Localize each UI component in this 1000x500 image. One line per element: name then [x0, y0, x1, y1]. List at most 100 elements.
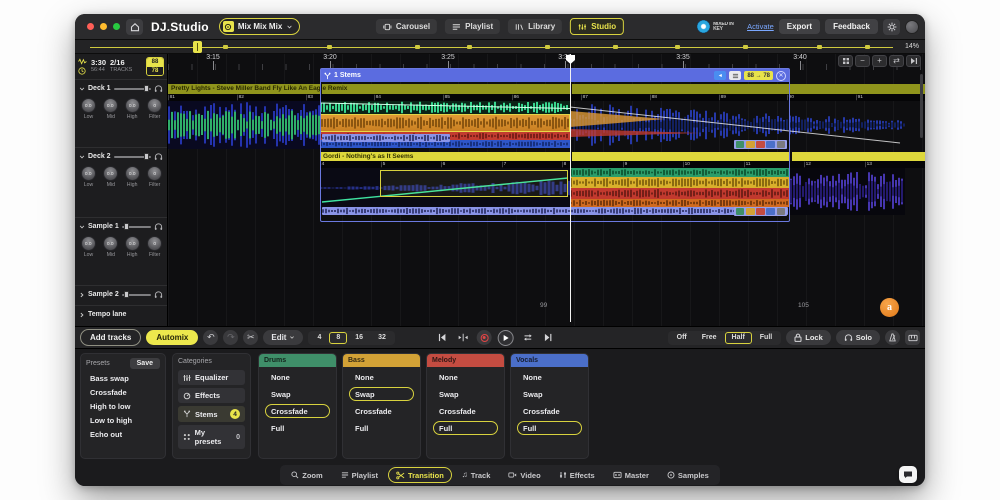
- stem-option[interactable]: Crossfade: [349, 404, 414, 418]
- track1-stem-toggles[interactable]: [734, 140, 787, 149]
- beat-option[interactable]: 32: [371, 332, 393, 344]
- skip-start-button[interactable]: [435, 330, 450, 345]
- drums-stem-icon[interactable]: [736, 208, 745, 215]
- tab-transition[interactable]: Transition: [388, 467, 452, 483]
- drums-stem-icon[interactable]: [736, 141, 745, 148]
- mix-mode-option[interactable]: Free: [695, 332, 724, 344]
- tab-samples[interactable]: Samples: [659, 467, 717, 483]
- mix-mode-option[interactable]: Off: [670, 332, 694, 344]
- track1-waveform[interactable]: [168, 101, 905, 149]
- minimize-window-button[interactable]: [100, 23, 107, 30]
- settings-button[interactable]: [883, 19, 900, 35]
- stem-option[interactable]: Swap: [265, 387, 330, 401]
- category-my-presets[interactable]: My presets 0: [178, 425, 245, 449]
- time-ruler[interactable]: 3:15 3:20 3:25 3:30 3:35 3:40: [168, 54, 925, 70]
- keyboard-button[interactable]: [905, 330, 920, 345]
- deck-volume-slider[interactable]: [114, 85, 151, 93]
- stem-settings-icon[interactable]: [777, 141, 786, 148]
- expand-chevron-icon[interactable]: [79, 312, 85, 318]
- bass-stem-icon[interactable]: [746, 141, 755, 148]
- locate-playhead-button[interactable]: [456, 330, 471, 345]
- deck-volume-slider[interactable]: [122, 223, 151, 231]
- zoom-in-button[interactable]: +: [872, 55, 887, 67]
- filter-knob[interactable]: 0: [147, 236, 162, 251]
- stem-option[interactable]: None: [349, 370, 414, 384]
- nav-library[interactable]: Library: [508, 19, 562, 34]
- category-equalizer[interactable]: Equalizer: [178, 370, 245, 385]
- maximize-window-button[interactable]: [113, 23, 120, 30]
- headphones-icon[interactable]: [154, 290, 163, 299]
- stem-option[interactable]: Crossfade: [517, 404, 582, 418]
- melody-stem-icon[interactable]: [756, 208, 765, 215]
- beat-option[interactable]: 16: [348, 332, 370, 344]
- back-button[interactable]: ◂: [714, 71, 726, 80]
- close-window-button[interactable]: [87, 23, 94, 30]
- stem-option[interactable]: None: [517, 370, 582, 384]
- collapse-chevron-icon[interactable]: [79, 224, 85, 230]
- zoom-out-button[interactable]: −: [855, 55, 870, 67]
- stem-option[interactable]: Crossfade: [433, 404, 498, 418]
- user-avatar[interactable]: [905, 20, 919, 34]
- expand-chevron-icon[interactable]: [79, 292, 85, 298]
- bpm-transition-chip[interactable]: 88 → 78: [744, 71, 773, 80]
- vocal-stem-strip[interactable]: [322, 207, 788, 215]
- tab-video[interactable]: Video: [500, 467, 548, 483]
- bass-stem-icon[interactable]: [746, 208, 755, 215]
- nav-carousel[interactable]: Carousel: [376, 19, 437, 34]
- lock-button[interactable]: Lock: [786, 330, 831, 345]
- category-effects[interactable]: Effects: [178, 388, 245, 403]
- vocals-stem-icon[interactable]: [766, 141, 775, 148]
- preset-item[interactable]: Low to high: [81, 413, 165, 427]
- track2-stem-toggles[interactable]: [734, 207, 787, 216]
- tab-master[interactable]: Master: [605, 467, 657, 483]
- bpm-indicator[interactable]: 88 78: [146, 57, 164, 76]
- eq-knob[interactable]: 0.0: [103, 236, 118, 251]
- deck-volume-slider[interactable]: [114, 153, 151, 161]
- mix-selector-dropdown[interactable]: Mix Mix Mix: [219, 18, 300, 35]
- metronome-button[interactable]: [885, 330, 900, 345]
- playhead[interactable]: [570, 54, 571, 322]
- stem-option[interactable]: Full: [433, 421, 498, 435]
- tab-effects[interactable]: Effects: [551, 467, 603, 483]
- record-button[interactable]: [477, 330, 492, 345]
- vocal-stem-strip[interactable]: [322, 134, 450, 142]
- stem-settings-icon[interactable]: [777, 208, 786, 215]
- headphones-icon[interactable]: [154, 222, 163, 231]
- stem-option[interactable]: None: [433, 370, 498, 384]
- minimap-view-handle[interactable]: [193, 41, 202, 53]
- beat-option[interactable]: 4: [310, 332, 328, 344]
- eq-knob[interactable]: 0.0: [103, 98, 118, 113]
- eq-knob[interactable]: 0.0: [125, 236, 140, 251]
- filter-knob[interactable]: 0: [147, 166, 162, 181]
- export-button[interactable]: Export: [779, 19, 820, 34]
- track1-title-bar[interactable]: Pretty Lights - Steve Miller Band Fly Li…: [168, 84, 925, 94]
- feedback-button[interactable]: Feedback: [825, 19, 878, 34]
- undo-button[interactable]: ↶: [203, 330, 218, 345]
- preset-item[interactable]: High to low: [81, 399, 165, 413]
- eq-knob[interactable]: 0.0: [125, 166, 140, 181]
- home-button[interactable]: [126, 19, 143, 35]
- preset-item[interactable]: Bass swap: [81, 371, 165, 385]
- eq-knob[interactable]: 0.0: [103, 166, 118, 181]
- redo-button[interactable]: ↷: [223, 330, 238, 345]
- stems-overlay-header[interactable]: 1 Stems ◂ 88 → 78 ✕: [321, 69, 789, 82]
- eq-knob[interactable]: 0.0: [81, 236, 96, 251]
- save-preset-button[interactable]: Save: [130, 358, 160, 369]
- eq-knob[interactable]: 0.0: [125, 98, 140, 113]
- activate-link[interactable]: Activate: [747, 22, 774, 31]
- transition-selection-box[interactable]: [380, 170, 568, 197]
- headphones-icon[interactable]: [154, 84, 163, 93]
- track2-title-bar[interactable]: Gordi - Nothing's as It Seems: [320, 152, 925, 161]
- mix-mode-option[interactable]: Half: [725, 332, 752, 344]
- eq-knob[interactable]: 0.0: [81, 98, 96, 113]
- preset-item[interactable]: Crossfade: [81, 385, 165, 399]
- timeline-minimap[interactable]: 14%: [75, 40, 925, 54]
- vocals-stem-icon[interactable]: [766, 208, 775, 215]
- collapse-chevron-icon[interactable]: [79, 86, 85, 92]
- nav-playlist[interactable]: Playlist: [445, 19, 500, 34]
- preset-item[interactable]: Echo out: [81, 427, 165, 441]
- nav-studio[interactable]: Studio: [570, 18, 624, 35]
- eq-knob[interactable]: 0.0: [81, 166, 96, 181]
- stem-option[interactable]: None: [265, 370, 330, 384]
- stem-option[interactable]: Full: [517, 421, 582, 435]
